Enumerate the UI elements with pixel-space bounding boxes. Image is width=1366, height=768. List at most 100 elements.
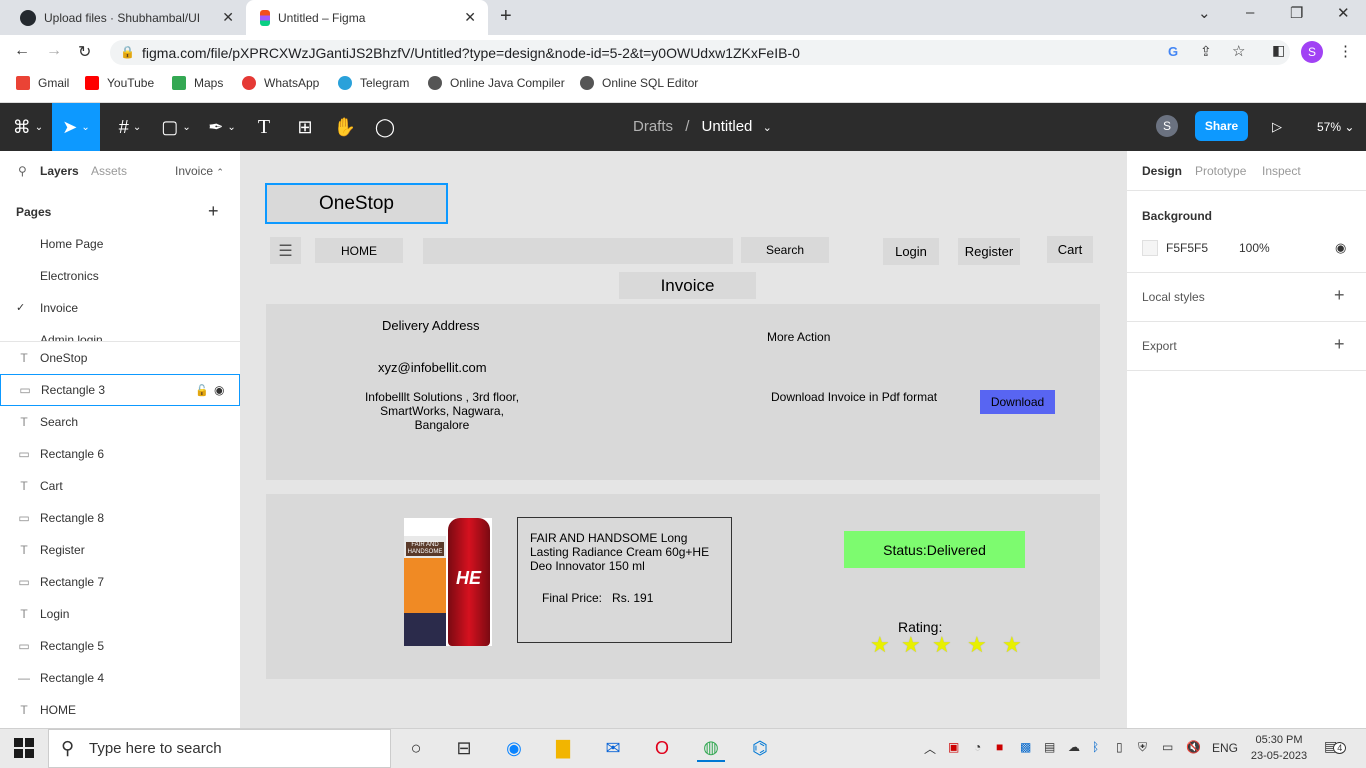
add-export-icon[interactable]: +: [1334, 334, 1345, 355]
breadcrumb-drafts[interactable]: Drafts: [633, 118, 673, 135]
resources-icon[interactable]: ⊞: [290, 103, 320, 151]
edge-icon[interactable]: ◉: [500, 734, 528, 762]
zoom-level[interactable]: 57% ⌄: [1317, 120, 1354, 134]
forward-icon[interactable]: →: [46, 42, 62, 60]
notifications-icon[interactable]: ▤4: [1324, 738, 1347, 755]
bookmark-gmail[interactable]: Gmail: [16, 76, 69, 90]
tab-github[interactable]: Upload files · Shubhambal/UI ✕: [12, 0, 246, 35]
volume-muted-icon[interactable]: 🔇: [1186, 740, 1201, 754]
bookmark-java-compiler[interactable]: Online Java Compiler: [428, 76, 565, 90]
google-icon[interactable]: G: [1168, 44, 1178, 59]
share-page-icon[interactable]: ⇪: [1200, 43, 1212, 60]
figma-menu-icon[interactable]: ⌘ ⌄: [8, 103, 48, 151]
download-button[interactable]: Download: [980, 390, 1055, 414]
opera-icon[interactable]: O: [648, 734, 676, 762]
layer-item[interactable]: ▭ Rectangle 7: [0, 566, 240, 598]
close-icon[interactable]: ✕: [464, 9, 476, 26]
search-icon[interactable]: ⚲: [18, 164, 27, 178]
profile-avatar[interactable]: S: [1301, 41, 1323, 63]
share-button[interactable]: Share: [1195, 111, 1248, 141]
recorder-icon[interactable]: ■: [996, 740, 1003, 754]
logo-box[interactable]: OneStop: [265, 183, 448, 224]
home-nav[interactable]: HOME: [315, 238, 403, 263]
pen-tool-icon[interactable]: ✒ ⌄: [202, 103, 242, 151]
bookmark-telegram[interactable]: Telegram: [338, 76, 409, 90]
page-home[interactable]: Home Page: [40, 237, 103, 251]
hand-tool-icon[interactable]: ✋: [330, 103, 360, 151]
task-view-icon[interactable]: ⊟: [450, 734, 478, 762]
sidepanel-icon[interactable]: ◧: [1272, 42, 1285, 59]
frame-tool-icon[interactable]: # ⌄: [110, 103, 150, 151]
maximize-icon[interactable]: ❐: [1290, 4, 1303, 22]
layer-item[interactable]: T Login: [0, 598, 240, 630]
page-selector[interactable]: Invoice ⌃: [175, 164, 224, 178]
chrome-icon[interactable]: ◍: [697, 734, 725, 762]
move-tool-icon[interactable]: ➤ ⌄: [52, 103, 100, 151]
layer-item[interactable]: ▭ Rectangle 8: [0, 502, 240, 534]
register-button[interactable]: Register: [958, 238, 1020, 265]
file-explorer-icon[interactable]: ▇: [549, 734, 577, 762]
menu-dots-icon[interactable]: ⋮: [1338, 42, 1353, 60]
back-icon[interactable]: ←: [14, 42, 30, 60]
layer-item[interactable]: — Rectangle 4: [0, 662, 240, 694]
network-tray-icon[interactable]: ◔: [974, 740, 981, 754]
tab-inspect[interactable]: Inspect: [1262, 164, 1301, 178]
add-page-icon[interactable]: +: [208, 201, 219, 222]
present-icon[interactable]: ▷: [1272, 119, 1282, 135]
tab-search-icon[interactable]: ⌄: [1198, 4, 1211, 22]
meet-icon[interactable]: ▤: [1044, 740, 1055, 754]
tray-chevron-icon[interactable]: ︿: [924, 740, 936, 757]
unlock-icon[interactable]: 🔓: [195, 384, 209, 397]
chevron-down-icon[interactable]: ⌄: [763, 122, 772, 134]
search-button[interactable]: Search: [741, 237, 829, 263]
taskbar-search-input[interactable]: ⚲ Type here to search: [48, 729, 391, 768]
reload-icon[interactable]: ↻: [78, 42, 91, 62]
rectangle-tool-icon[interactable]: ▢ ⌄: [156, 103, 196, 151]
bookmark-sql-editor[interactable]: Online SQL Editor: [580, 76, 698, 90]
clock[interactable]: 05:30 PM 23-05-2023: [1248, 732, 1310, 764]
cart-button[interactable]: Cart: [1047, 236, 1093, 263]
layer-item[interactable]: ▭ Rectangle 6: [0, 438, 240, 470]
page-invoice[interactable]: Invoice: [40, 301, 78, 315]
layer-item[interactable]: T OneStop: [0, 342, 240, 374]
layer-item[interactable]: T Cart: [0, 470, 240, 502]
windows-start-icon[interactable]: [14, 738, 34, 758]
layer-item[interactable]: T HOME: [0, 694, 240, 726]
url-input[interactable]: 🔒 figma.com/file/pXPRCXWzJGantiJS2BhzfV/…: [110, 40, 1290, 65]
mail-icon[interactable]: ✉: [599, 734, 627, 762]
bookmark-star-icon[interactable]: ☆: [1232, 42, 1245, 60]
eye-icon[interactable]: ◉: [1335, 240, 1346, 256]
layer-item-selected[interactable]: ▭ Rectangle 3 🔓 ◉: [0, 374, 240, 406]
tab-prototype[interactable]: Prototype: [1195, 164, 1246, 178]
tab-assets[interactable]: Assets: [91, 164, 127, 178]
tab-layers[interactable]: Layers: [40, 164, 79, 178]
app-tray-icon[interactable]: ▩: [1020, 740, 1031, 754]
hamburger-menu-icon[interactable]: ☰: [270, 237, 301, 264]
acrobat-icon[interactable]: ▣: [948, 740, 959, 754]
eye-icon[interactable]: ◉: [214, 383, 224, 397]
comment-icon[interactable]: ◯: [370, 103, 400, 151]
user-avatar[interactable]: S: [1156, 115, 1178, 137]
close-window-icon[interactable]: ✕: [1337, 4, 1350, 22]
bg-opacity-input[interactable]: 100%: [1239, 241, 1270, 255]
vscode-icon[interactable]: ⌬: [746, 734, 774, 762]
battery-icon[interactable]: ▭: [1162, 740, 1173, 754]
bookmark-youtube[interactable]: YouTube: [85, 76, 154, 90]
bluetooth-icon[interactable]: ᛒ: [1092, 740, 1099, 754]
bookmark-whatsapp[interactable]: WhatsApp: [242, 76, 319, 90]
login-button[interactable]: Login: [883, 238, 939, 265]
new-tab-icon[interactable]: +: [500, 5, 512, 28]
tab-design[interactable]: Design: [1142, 164, 1182, 178]
language-indicator[interactable]: ENG: [1212, 741, 1238, 755]
layer-item[interactable]: ▭ Rectangle 5: [0, 630, 240, 662]
close-icon[interactable]: ✕: [222, 9, 234, 26]
usb-icon[interactable]: ▯: [1116, 740, 1123, 754]
layer-item[interactable]: T Search: [0, 406, 240, 438]
onedrive-icon[interactable]: ☁: [1068, 740, 1080, 754]
file-name[interactable]: Untitled: [702, 118, 753, 135]
tab-figma[interactable]: Untitled – Figma ✕: [246, 0, 488, 35]
cortana-icon[interactable]: ○: [402, 734, 430, 762]
bookmark-maps[interactable]: Maps: [172, 76, 223, 90]
security-icon[interactable]: ⛨: [1138, 740, 1147, 755]
color-swatch[interactable]: [1142, 240, 1158, 256]
